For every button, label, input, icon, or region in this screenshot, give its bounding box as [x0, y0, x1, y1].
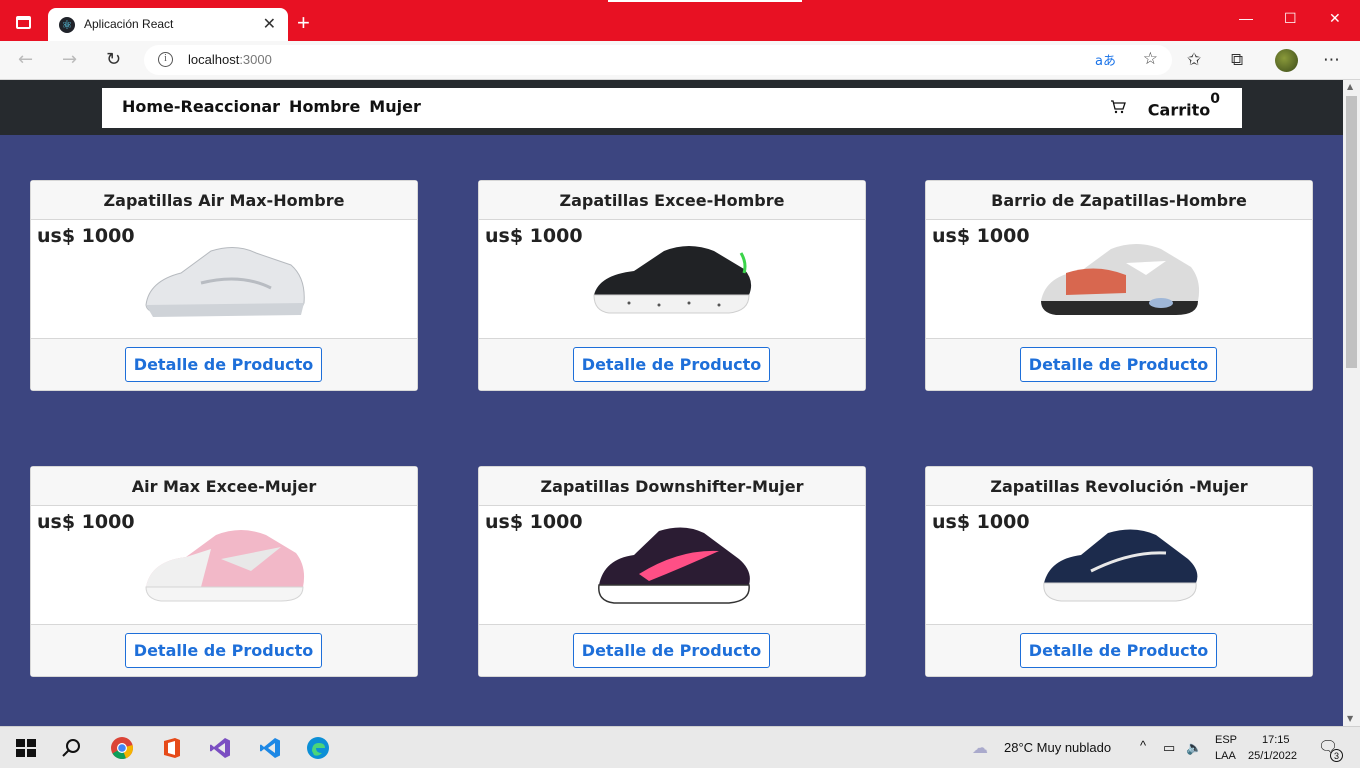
minimize-button[interactable]: —: [1239, 10, 1253, 26]
keyboard-layout[interactable]: LAA: [1215, 750, 1236, 762]
product-title: Air Max Excee-Mujer: [31, 467, 417, 506]
collections-icon[interactable]: ⧉: [1231, 50, 1243, 70]
product-title: Zapatillas Revolución -Mujer: [926, 467, 1312, 506]
react-favicon-icon: ⚛: [59, 17, 75, 33]
product-card: Zapatillas Air Max-Hombre us$ 1000 Detal…: [30, 180, 418, 391]
product-price: us$ 1000: [485, 511, 583, 533]
weather-cloud-icon[interactable]: ☁: [972, 738, 988, 758]
pink-sneaker-image: [145, 530, 305, 602]
scroll-down-icon[interactable]: ▼: [1347, 714, 1353, 723]
browser-tab[interactable]: ⚛ Aplicación React ✕: [48, 8, 288, 41]
drag-indicator: [608, 0, 802, 2]
profile-avatar[interactable]: [1275, 49, 1298, 72]
product-card: Zapatillas Downshifter-Mujer us$ 1000 De…: [478, 466, 866, 677]
product-card: Barrio de Zapatillas-Hombre us$ 1000 Det…: [925, 180, 1313, 391]
page-scrollbar[interactable]: ▲ ▼: [1343, 80, 1360, 726]
product-detail-button[interactable]: Detalle de Producto: [573, 347, 770, 382]
address-toolbar: ← → ↻ i localhost:3000 aあ ☆ ✩ ⧉ ⋯: [0, 41, 1360, 80]
product-card: Zapatillas Excee-Hombre us$ 1000 Detalle…: [478, 180, 866, 391]
windows-taskbar: ☁ 28°C Muy nublado ^ ▭ 🔈 ESP LAA 17:15 2…: [0, 726, 1360, 768]
cart-count: 0: [1210, 91, 1220, 107]
url-port: :3000: [239, 52, 272, 67]
back-arrow-icon[interactable]: ←: [18, 49, 33, 70]
navbar: Home-Reaccionar Hombre Mujer Carrito0: [102, 88, 1242, 128]
product-card: Zapatillas Revolución -Mujer us$ 1000 De…: [925, 466, 1313, 677]
product-card: Air Max Excee-Mujer us$ 1000 Detalle de …: [30, 466, 418, 677]
product-detail-button[interactable]: Detalle de Producto: [125, 347, 322, 382]
purple-sneaker-image: [598, 527, 750, 604]
scroll-up-icon[interactable]: ▲: [1347, 82, 1353, 91]
clock-date[interactable]: 25/1/2022: [1248, 750, 1297, 762]
url-bar[interactable]: i localhost:3000 aあ ☆: [144, 45, 1172, 75]
product-price: us$ 1000: [485, 225, 583, 247]
card-footer: Detalle de Producto: [926, 624, 1312, 676]
volume-icon[interactable]: 🔈: [1186, 740, 1202, 756]
product-price: us$ 1000: [932, 511, 1030, 533]
tab-close-icon[interactable]: ✕: [263, 14, 276, 33]
product-price: us$ 1000: [37, 225, 135, 247]
nav-link-mujer[interactable]: Mujer: [369, 97, 421, 116]
product-title: Zapatillas Air Max-Hombre: [31, 181, 417, 220]
product-title: Zapatillas Excee-Hombre: [479, 181, 865, 220]
card-footer: Detalle de Producto: [479, 624, 865, 676]
more-menu-icon[interactable]: ⋯: [1323, 50, 1340, 70]
product-detail-button[interactable]: Detalle de Producto: [1020, 633, 1217, 668]
new-tab-button[interactable]: +: [297, 10, 310, 36]
multicolor-sneaker-image: [1041, 244, 1200, 315]
visual-studio-icon[interactable]: [208, 736, 232, 760]
card-footer: Detalle de Producto: [479, 338, 865, 390]
header-band: Home-Reaccionar Hombre Mujer Carrito0: [0, 80, 1343, 135]
cart-link[interactable]: Carrito0: [1110, 91, 1220, 120]
maximize-button[interactable]: ☐: [1284, 10, 1297, 27]
favorites-icon[interactable]: ✩: [1187, 50, 1201, 70]
scrollbar-thumb[interactable]: [1346, 96, 1357, 368]
vscode-icon[interactable]: [258, 736, 282, 760]
cart-label: Carrito: [1147, 100, 1211, 120]
notification-count: 3: [1330, 749, 1343, 762]
navy-sneaker-image: [1043, 529, 1198, 602]
url-host: localhost: [188, 52, 240, 67]
white-sneaker-image: [145, 247, 305, 317]
refresh-icon[interactable]: ↻: [106, 49, 121, 70]
product-price: us$ 1000: [37, 511, 135, 533]
product-price: us$ 1000: [932, 225, 1030, 247]
search-icon[interactable]: [60, 736, 84, 760]
office-icon[interactable]: [160, 736, 184, 760]
nav-link-home[interactable]: Home-Reaccionar: [122, 97, 280, 116]
product-title: Zapatillas Downshifter-Mujer: [479, 467, 865, 506]
windows-start-icon[interactable]: [14, 736, 38, 760]
product-detail-button[interactable]: Detalle de Producto: [1020, 347, 1217, 382]
add-favorite-icon[interactable]: ☆: [1143, 49, 1158, 69]
read-aloud-icon[interactable]: aあ: [1095, 50, 1116, 69]
url-text[interactable]: localhost:3000: [188, 52, 272, 67]
tab-actions-icon[interactable]: [16, 16, 31, 29]
chevron-up-icon[interactable]: ^: [1140, 738, 1146, 753]
card-footer: Detalle de Producto: [926, 338, 1312, 390]
cart-icon[interactable]: [1110, 99, 1126, 119]
page-viewport: Home-Reaccionar Hombre Mujer Carrito0 Zapa…: [0, 80, 1343, 726]
browser-title-bar: ⚛ Aplicación React ✕ + — ☐ ✕: [0, 0, 1360, 41]
card-footer: Detalle de Producto: [31, 338, 417, 390]
card-footer: Detalle de Producto: [31, 624, 417, 676]
weather-text[interactable]: 28°C Muy nublado: [1004, 740, 1111, 755]
clock-time[interactable]: 17:15: [1262, 734, 1290, 746]
site-info-icon[interactable]: i: [158, 52, 173, 67]
product-title: Barrio de Zapatillas-Hombre: [926, 181, 1312, 220]
product-detail-button[interactable]: Detalle de Producto: [125, 633, 322, 668]
close-window-button[interactable]: ✕: [1329, 10, 1341, 27]
black-sneaker-image: [593, 246, 752, 314]
product-detail-button[interactable]: Detalle de Producto: [573, 633, 770, 668]
nav-link-hombre[interactable]: Hombre: [289, 97, 360, 116]
nav-links: Home-Reaccionar Hombre Mujer: [122, 97, 430, 116]
language-code[interactable]: ESP: [1215, 734, 1237, 746]
forward-arrow-icon[interactable]: →: [62, 49, 77, 70]
tab-title: Aplicación React: [84, 17, 174, 31]
chrome-icon[interactable]: [110, 736, 134, 760]
edge-icon[interactable]: [306, 736, 330, 760]
network-icon[interactable]: ▭: [1163, 740, 1175, 756]
